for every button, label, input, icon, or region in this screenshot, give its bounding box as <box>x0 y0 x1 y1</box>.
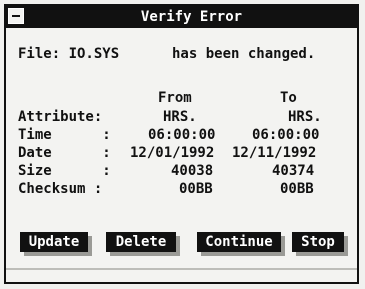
verify-error-dialog: Verify Error File: IO.SYS has been chang… <box>4 4 359 284</box>
row-from: HRS. <box>163 109 197 125</box>
row-to: 12/11/1992 <box>232 145 317 161</box>
row-label: Time : <box>18 127 111 143</box>
to-header: To <box>280 90 297 106</box>
row-label: Checksum : <box>18 181 103 197</box>
row-from: 06:00:00 <box>148 127 216 143</box>
row-label: Size : <box>18 163 111 179</box>
from-header: From <box>158 90 192 106</box>
window-title: Verify Error <box>140 9 243 25</box>
row-to: 00BB <box>280 181 314 197</box>
continue-button[interactable]: Continue <box>197 232 281 252</box>
row-from: 12/01/1992 <box>130 145 215 161</box>
stop-button[interactable]: Stop <box>292 232 344 252</box>
row-label: Attribute: <box>18 109 103 125</box>
title-bar: Verify Error <box>6 6 357 28</box>
row-label: Date : <box>18 145 111 161</box>
row-to: 06:00:00 <box>252 127 320 143</box>
system-menu-icon[interactable] <box>8 8 24 24</box>
divider <box>6 268 357 270</box>
file-status: has been changed. <box>172 46 316 62</box>
row-to: 40374 <box>272 163 315 179</box>
row-to: HRS. <box>288 109 322 125</box>
row-from: 40038 <box>171 163 214 179</box>
update-button[interactable]: Update <box>20 232 88 252</box>
row-from: 00BB <box>179 181 213 197</box>
delete-button[interactable]: Delete <box>106 232 176 252</box>
file-label: File: IO.SYS <box>18 46 120 62</box>
